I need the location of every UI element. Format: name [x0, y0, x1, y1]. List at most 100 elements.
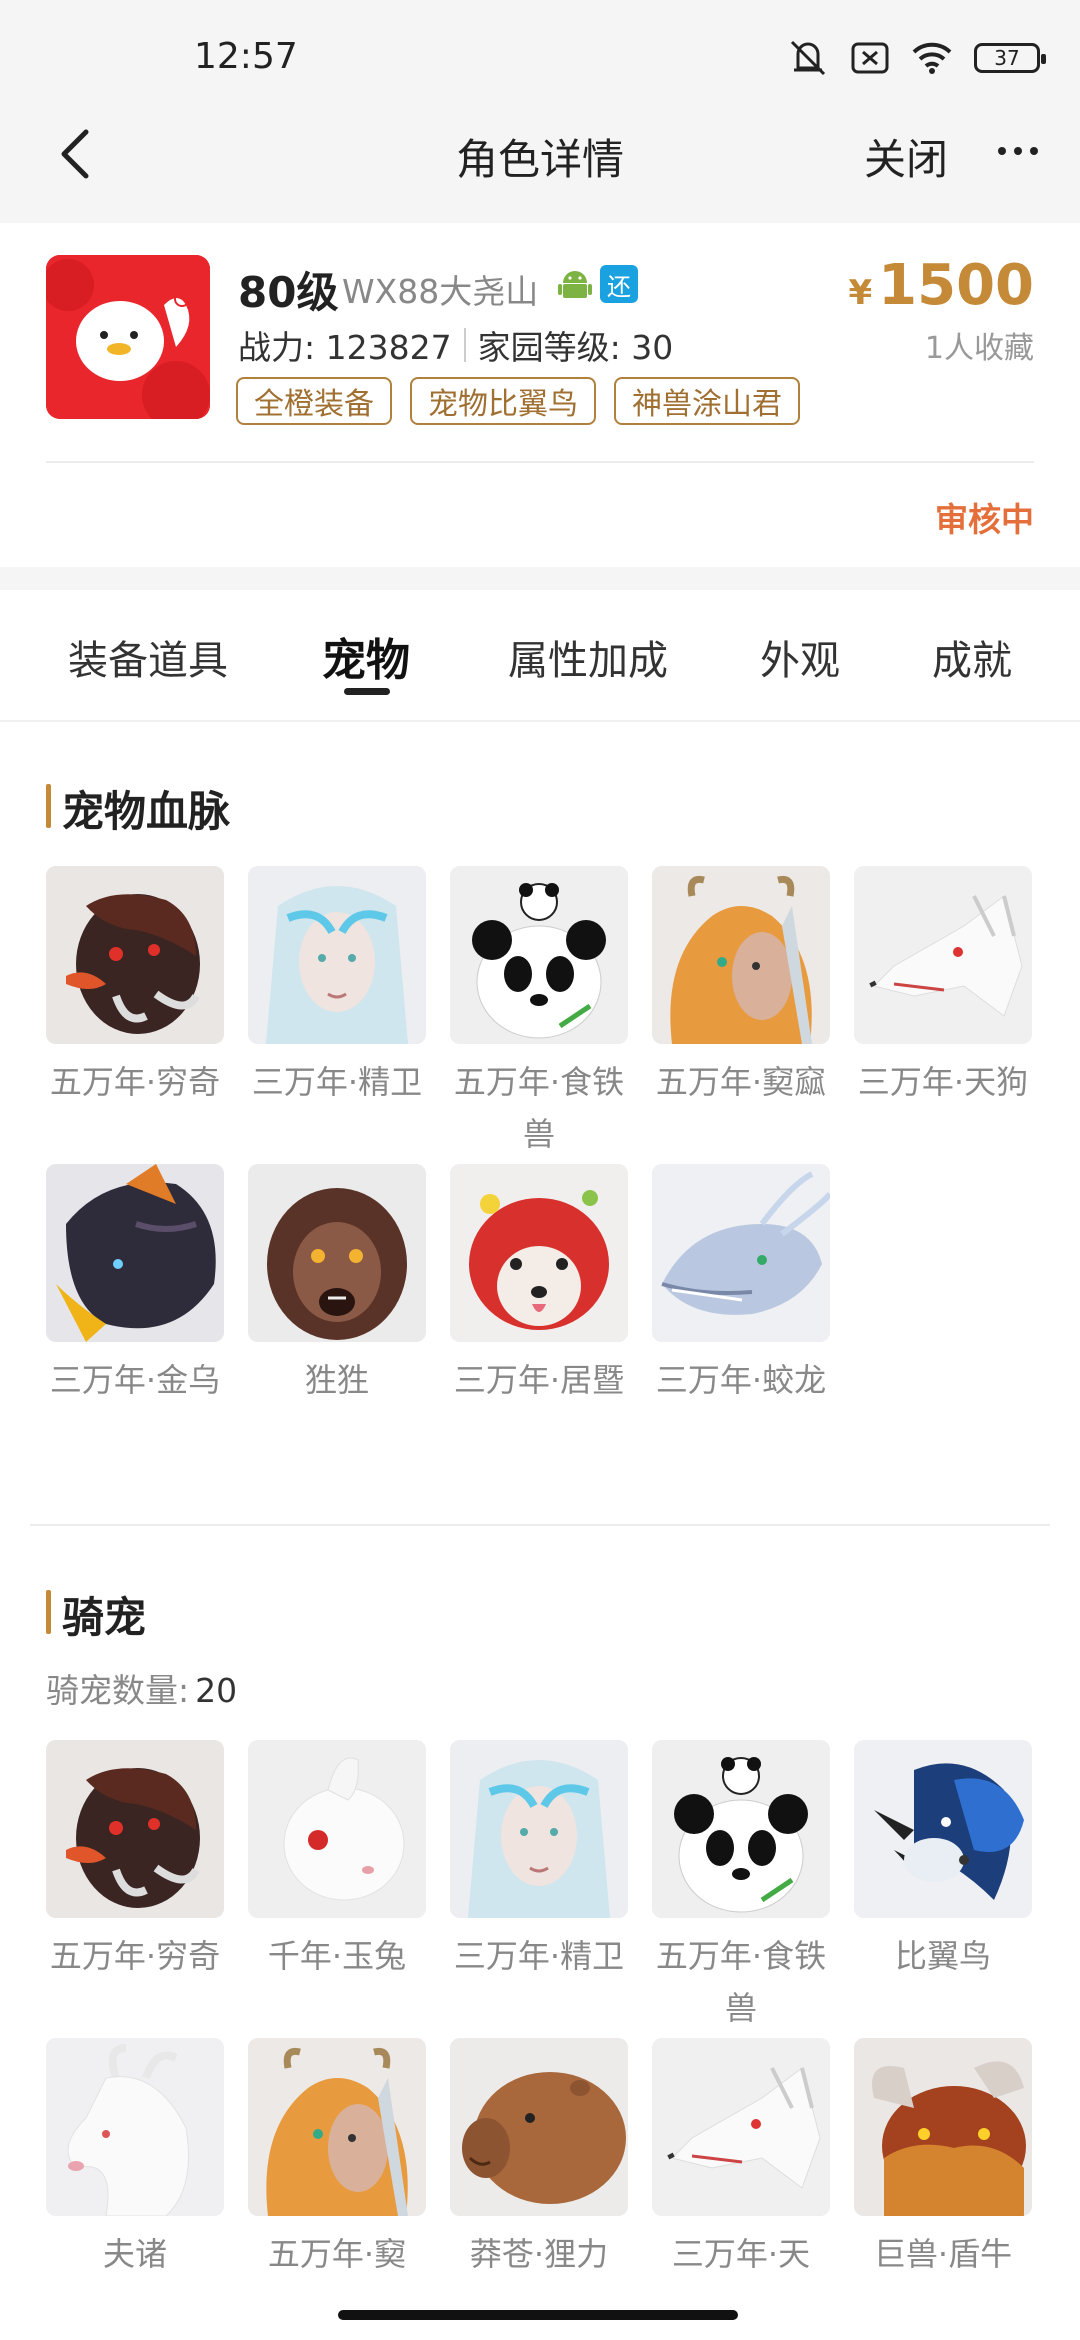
tab-attributes[interactable]: 属性加成: [508, 628, 668, 686]
pet-bloodline-name: 五万年·窫窳: [655, 1063, 827, 1101]
review-status: 审核中: [935, 500, 1034, 539]
fuzhu-portrait: [46, 2038, 224, 2216]
mount-name: 五万年·窫: [267, 2235, 407, 2273]
nav-bar: 角色详情 关闭: [0, 118, 1080, 223]
section-divider: [30, 1524, 1050, 1526]
pet-bloodline-item[interactable]: 五万年·窫窳: [652, 866, 830, 1160]
stats-separator: [463, 328, 466, 362]
tab-achievements[interactable]: 成就: [932, 628, 1012, 686]
tab-pets[interactable]: 宠物: [322, 624, 410, 688]
no-sim-icon: [851, 42, 889, 74]
tab-bar: 装备道具 宠物 属性加成 外观 成就: [0, 590, 1080, 722]
tag-item: 全橙装备: [236, 377, 392, 425]
mount-item[interactable]: 比翼鸟: [854, 1740, 1032, 2034]
tag-list: 全橙装备 宠物比翼鸟 神兽涂山君: [236, 377, 800, 425]
tag-item: 宠物比翼鸟: [410, 377, 596, 425]
pet-bloodline-title: 宠物血脉: [46, 778, 230, 839]
mount-item[interactable]: 三万年·天: [652, 2038, 830, 2280]
price-amount: 1500: [878, 253, 1034, 318]
pet-bloodline-item[interactable]: 三万年·金乌: [46, 1164, 224, 1406]
server-name: WX88大尧山: [342, 272, 539, 311]
mount-item[interactable]: 五万年·窫: [248, 2038, 426, 2280]
pet-bloodline-grid: 五万年·穷奇 三万年·精卫 五万年·食铁兽 五万年·窫窳 三万年·天狗三万年·金乌 狌狌 三…: [46, 866, 1032, 1406]
mount-name: 夫诸: [102, 2235, 167, 2273]
wifi-icon: [912, 42, 952, 74]
juji-portrait: [450, 1164, 628, 1342]
tag-item: 神兽涂山君: [614, 377, 800, 425]
qiongqi-portrait: [46, 866, 224, 1044]
mount-name: 三万年·天: [671, 2235, 811, 2273]
battery-icon: 37: [974, 43, 1046, 73]
mount-count-label: 骑宠数量:: [46, 1671, 190, 1710]
role-stats: 战力: 123827 家园等级: 30: [238, 321, 673, 369]
jiaolong-portrait: [652, 1164, 830, 1342]
mount-item[interactable]: 千年·玉兔: [248, 1740, 426, 2034]
biyiniao-portrait: [854, 1740, 1032, 1918]
pet-bloodline-item[interactable]: 狌狌: [248, 1164, 426, 1406]
jingwei-portrait: [450, 1740, 628, 1918]
mount-name: 比翼鸟: [894, 1937, 991, 1975]
more-options-icon[interactable]: [988, 126, 1048, 176]
rabbit-portrait: [248, 1740, 426, 1918]
home-level: 家园等级: 30: [477, 328, 674, 367]
top-bar: 12:57 37 角色详情 关闭: [0, 0, 1080, 223]
mount-item[interactable]: 五万年·穷奇: [46, 1740, 224, 2034]
home-indicator[interactable]: [338, 2310, 738, 2320]
mount-count-value: 20: [195, 1671, 238, 1710]
mount-name: 巨兽·盾牛: [873, 2235, 1013, 2273]
mount-item[interactable]: 三万年·精卫: [450, 1740, 628, 2034]
mute-vibrate-icon: [790, 40, 826, 76]
pet-bloodline-name: 三万年·居暨: [453, 1361, 625, 1399]
pet-bloodline-name: 狌狌: [304, 1361, 369, 1399]
tiangou-portrait: [652, 2038, 830, 2216]
shield-ox-portrait: [854, 2038, 1032, 2216]
pet-bloodline-name: 三万年·天狗: [857, 1063, 1029, 1101]
tiangou-portrait: [854, 866, 1032, 1044]
status-icons: 37: [786, 38, 1046, 78]
role-level: 80级: [238, 268, 339, 317]
yayu-portrait: [248, 2038, 426, 2216]
mount-item[interactable]: 五万年·食铁兽: [652, 1740, 830, 2034]
qiongqi-portrait: [46, 1740, 224, 1918]
mount-item[interactable]: 巨兽·盾牛: [854, 2038, 1032, 2280]
close-button[interactable]: 关闭: [864, 126, 948, 187]
pet-bloodline-item[interactable]: 三万年·蛟龙: [652, 1164, 830, 1406]
active-tab-indicator: [344, 688, 390, 695]
mounts-grid: 五万年·穷奇 千年·玉兔 三万年·精卫 五万年·食铁兽 比翼鸟夫诸 五万年·窫 莽苍·狸力 三…: [46, 1740, 1032, 2280]
mount-name: 五万年·食铁兽: [655, 1937, 827, 2027]
mount-item[interactable]: 莽苍·狸力: [450, 2038, 628, 2280]
mount-name: 莽苍·狸力: [469, 2235, 609, 2273]
tab-equipment[interactable]: 装备道具: [68, 628, 228, 686]
avatar: [46, 255, 210, 419]
mounts-title: 骑宠: [46, 1584, 146, 1645]
favorite-count: 1人收藏: [924, 331, 1034, 366]
pet-bloodline-name: 三万年·金乌: [49, 1361, 221, 1399]
mount-name: 千年·玉兔: [267, 1937, 407, 1975]
pet-bloodline-item[interactable]: 三万年·居暨: [450, 1164, 628, 1406]
jingwei-portrait: [248, 866, 426, 1044]
tab-appearance[interactable]: 外观: [760, 628, 840, 686]
power-value: 战力: 123827: [238, 328, 452, 367]
currency-symbol: ¥: [848, 273, 873, 313]
status-bar: 12:57 37: [0, 0, 1080, 118]
price: ¥ 1500: [848, 253, 1034, 318]
mount-item[interactable]: 夫诸: [46, 2038, 224, 2280]
status-time: 12:57: [194, 36, 298, 77]
mount-name: 五万年·穷奇: [49, 1937, 221, 1975]
pet-bloodline-item[interactable]: 五万年·食铁兽: [450, 866, 628, 1160]
android-icon: [558, 271, 592, 298]
capybara-portrait: [450, 2038, 628, 2216]
pet-bloodline-item[interactable]: 三万年·精卫: [248, 866, 426, 1160]
pet-bloodline-name: 三万年·蛟龙: [655, 1361, 827, 1399]
return-badge: 还: [600, 265, 638, 303]
account-card[interactable]: 80级 WX88大尧山 还 战力: 123827 家园等级: 30 全橙装备 宠…: [0, 223, 1080, 567]
section-gap: [0, 567, 1080, 590]
xingxing-portrait: [248, 1164, 426, 1342]
pet-bloodline-item[interactable]: 五万年·穷奇: [46, 866, 224, 1160]
divider: [46, 461, 1034, 463]
pet-bloodline-item[interactable]: 三万年·天狗: [854, 866, 1032, 1160]
yayu-portrait: [652, 866, 830, 1044]
mount-name: 三万年·精卫: [453, 1937, 625, 1975]
jinwu-portrait: [46, 1164, 224, 1342]
pet-bloodline-name: 五万年·穷奇: [49, 1063, 221, 1101]
